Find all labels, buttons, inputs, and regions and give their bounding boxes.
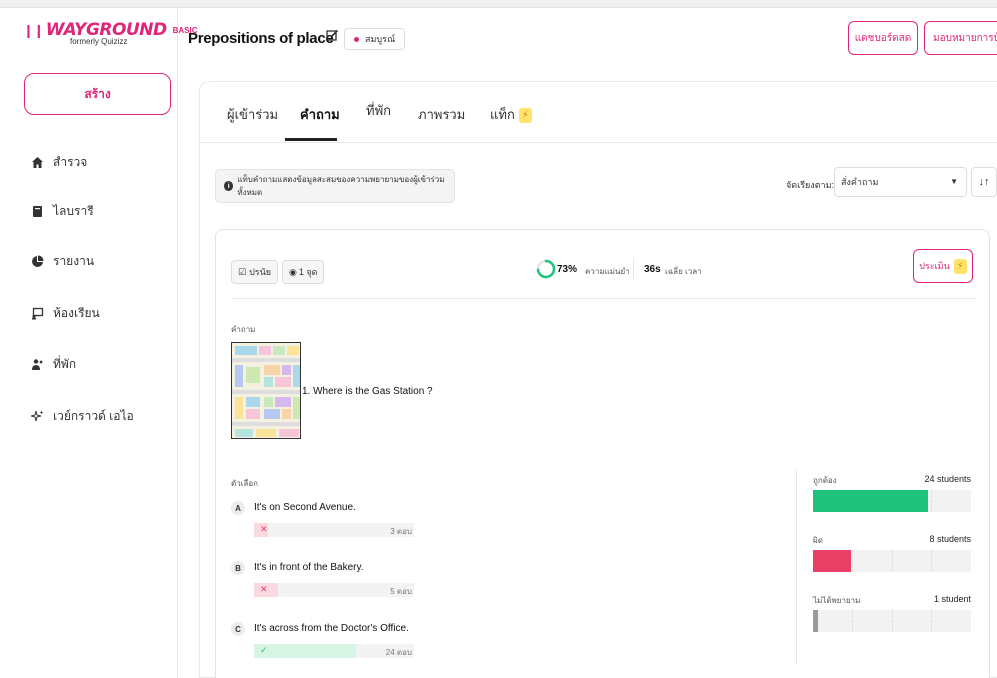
tab-overview[interactable]: ภาพรวม — [418, 104, 465, 125]
info-icon: i — [224, 181, 234, 191]
edit-icon[interactable] — [326, 29, 339, 45]
sort-label: จัดเรียงตาม: — [786, 180, 835, 190]
option-response-count: 5 ตอบ — [390, 587, 412, 596]
accuracy-label: ความแม่นยำ — [585, 267, 630, 276]
question-card: ☑ ปรนัย ◉ 1 จุด 73% ความแม่นยำ 36s เฉลี่… — [215, 229, 990, 678]
divider — [633, 259, 634, 279]
check-icon: ✓ — [260, 645, 268, 655]
option-text: It's on Second Avenue. — [254, 502, 356, 513]
option-response-bar: ✕ 5 ตอบ — [254, 583, 414, 597]
grade-button[interactable]: ประเมิน ⚡ — [913, 249, 973, 283]
option-letter: A — [231, 501, 245, 515]
live-dashboard-button[interactable]: แดชบอร์ดสด — [848, 21, 918, 55]
wrong-icon: ✕ — [260, 524, 268, 534]
stat-bar — [813, 490, 971, 512]
stat-bar-fill — [813, 490, 929, 512]
sidebar-item-library[interactable]: ไลบรารี — [30, 199, 94, 223]
stat-label: ผิด — [813, 536, 823, 545]
sidebar-item-label: เวย์กราวด์ เอไอ — [53, 408, 134, 423]
status-label: สมบูรณ์ — [365, 34, 396, 44]
status-badge: สมบูรณ์ — [344, 28, 406, 50]
question-type-chip: ☑ ปรนัย — [231, 260, 279, 284]
stat-label: ไม่ได้พยายาม — [813, 596, 861, 605]
option-response-count: 24 ตอบ — [385, 648, 412, 657]
sidebar-item-label: ไลบรารี — [53, 203, 94, 218]
lightning-icon: ⚡ — [518, 108, 532, 124]
points-icon: ◉ — [289, 266, 297, 277]
options-label: ตัวเลือก — [231, 479, 258, 488]
option-response-bar: ✓ 24 ตอบ — [254, 644, 414, 658]
sidebar-item-accommodations[interactable]: ที่พัก — [30, 352, 76, 376]
tab-tags-label: แท็ก — [490, 107, 515, 122]
grade-button-label: ประเมิน — [919, 261, 950, 271]
library-icon — [30, 204, 44, 218]
option-text: It's in front of the Bakery. — [254, 562, 364, 573]
option-response-count: 3 ตอบ — [390, 527, 412, 536]
stat-bar — [813, 610, 971, 632]
sidebar: ❙❙ WAYGROUND BASIC formerly Quizizz สร้าง… — [0, 8, 198, 678]
stat-bar — [813, 550, 971, 572]
report-panel: ผู้เข้าร่วม คำถาม ที่พัก ภาพรวม แท็ก ⚡ i … — [199, 81, 997, 678]
sidebar-item-label: ที่พัก — [53, 356, 77, 371]
home-icon — [30, 155, 44, 169]
option-response-fill — [254, 644, 357, 658]
create-button[interactable]: สร้าง — [24, 73, 171, 115]
checkbox-icon: ☑ — [238, 266, 247, 277]
divider — [796, 470, 797, 665]
stat-bar-fill — [813, 550, 851, 572]
accommodations-icon — [30, 357, 44, 371]
stat-value: 8 students — [929, 534, 971, 544]
wrong-icon: ✕ — [260, 584, 268, 594]
points-label: 1 จุด — [298, 267, 318, 277]
window-top-edge — [0, 0, 997, 8]
sidebar-item-explore[interactable]: สำรวจ — [30, 150, 87, 174]
sort-direction-button[interactable]: ↓↑ — [971, 167, 997, 197]
sidebar-item-label: ห้องเรียน — [53, 305, 100, 320]
option-text: It's across from the Doctor's Office. — [254, 623, 409, 634]
sort-arrows-icon: ↓↑ — [978, 176, 990, 188]
info-text: แท็บคำถามแสดงข้อมูลสะสมของความพยายามของผ… — [237, 175, 445, 197]
classroom-icon — [30, 306, 44, 320]
sort-dropdown[interactable]: สั่งคำถาม ▼ — [834, 167, 967, 197]
sidebar-item-ai[interactable]: เวย์กราวด์ เอไอ — [30, 404, 134, 428]
assign-homework-button[interactable]: มอบหมายการบ้ — [924, 21, 997, 55]
option-letter: B — [231, 561, 245, 575]
stat-value: 1 student — [933, 594, 971, 604]
option-letter: C — [231, 622, 245, 636]
avg-time-label: เฉลี่ย เวลา — [665, 267, 702, 276]
sort-value: สั่งคำถาม — [841, 177, 879, 187]
tab-bar: ผู้เข้าร่วม คำถาม ที่พัก ภาพรวม แท็ก ⚡ — [200, 82, 997, 143]
sidebar-item-reports[interactable]: รายงาน — [30, 249, 94, 273]
question-type-label: ปรนัย — [249, 267, 272, 277]
tab-participants[interactable]: ผู้เข้าร่วม — [227, 104, 278, 125]
lightning-icon: ⚡ — [953, 258, 967, 274]
accuracy-value: 73% — [557, 264, 578, 275]
divider — [231, 298, 976, 299]
option-response-bar: ✕ 3 ตอบ — [254, 523, 414, 537]
accuracy-ring — [536, 259, 556, 279]
page-title: Prepositions of place — [188, 30, 334, 47]
brand-subtitle: formerly Quizizz — [70, 37, 128, 46]
active-tab-indicator — [285, 138, 337, 141]
stat-bar-fill — [813, 610, 818, 632]
question-text: 1. Where is the Gas Station ? — [302, 386, 433, 397]
tab-tags[interactable]: แท็ก ⚡ — [490, 104, 532, 125]
ai-sparkle-icon — [30, 409, 44, 423]
stat-label: ถูกต้อง — [813, 476, 837, 485]
tab-questions[interactable]: คำถาม — [300, 104, 340, 125]
points-chip: ◉ 1 จุด — [282, 260, 325, 284]
sidebar-item-classes[interactable]: ห้องเรียน — [30, 301, 100, 325]
stat-value: 24 students — [924, 474, 971, 484]
report-icon — [30, 254, 44, 268]
info-banner: i แท็บคำถามแสดงข้อมูลสะสมของความพยายามขอ… — [215, 169, 455, 203]
question-map-image[interactable] — [231, 342, 301, 439]
avg-time-value: 36s — [644, 264, 661, 275]
question-section-label: คำถาม — [231, 325, 256, 334]
status-dot — [354, 36, 359, 42]
sidebar-item-label: รายงาน — [53, 253, 95, 268]
chevron-down-icon: ▼ — [950, 177, 958, 186]
sidebar-item-label: สำรวจ — [53, 154, 88, 169]
tab-accommodations[interactable]: ที่พัก — [366, 100, 391, 121]
